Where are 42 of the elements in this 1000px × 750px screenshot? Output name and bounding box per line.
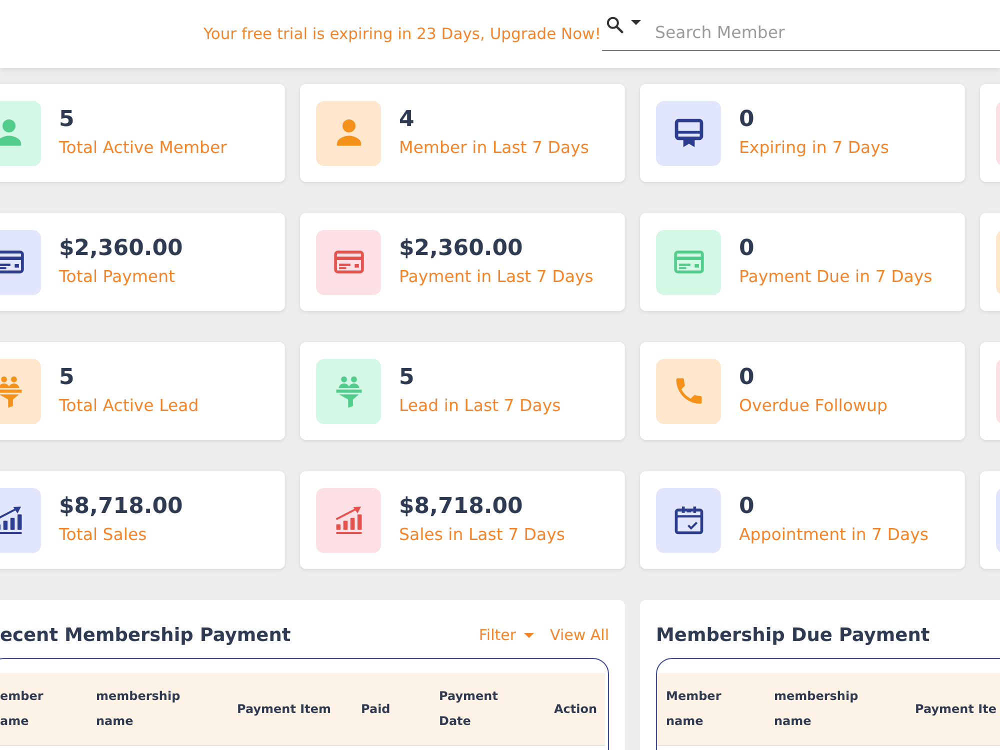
column-header: membership name [774, 688, 860, 730]
stat-value: 4 [399, 106, 416, 134]
stat-value: 0 [739, 106, 756, 134]
stat-label: Sales in Last 7 Days [399, 524, 565, 546]
stat-value: 0 [739, 234, 756, 262]
stat-value: 5 [59, 364, 76, 392]
column-header: ember ame [0, 688, 44, 730]
stat-value: $8,718.00 [59, 492, 183, 520]
column-header: Payment Item [237, 700, 332, 718]
stat-value: 0 [739, 492, 756, 520]
panel-title: Membership Due Payment [656, 624, 930, 646]
stat-label: Payment Due in 7 Days [739, 266, 932, 288]
column-header: Member name [665, 688, 722, 730]
stat-label: Appointment in 7 Days [739, 524, 928, 546]
column-header: Action [554, 700, 598, 718]
column-header: Paid [361, 700, 392, 718]
caret-icon [631, 20, 641, 24]
stat-value: 5 [399, 364, 416, 392]
stat-label: Total Active Member [59, 136, 227, 158]
column-header: Payment Date [439, 688, 499, 730]
stat-label: Total Payment [59, 266, 176, 288]
stat-value: 5 [59, 106, 76, 134]
caret-icon [524, 632, 534, 638]
stat-label: Expiring in 7 Days [739, 136, 889, 158]
stat-label: Member in Last 7 Days [399, 136, 589, 158]
stat-label: Payment in Last 7 Days [399, 266, 594, 288]
stat-label: Total Sales [59, 524, 148, 546]
stat-value: $2,360.00 [399, 234, 524, 262]
stat-label: Lead in Last 7 Days [399, 394, 561, 416]
column-header: Payment Ite [915, 700, 998, 718]
trial-notice: Your free trial is expiring in 23 Days, Upgrade Now! [203, 24, 601, 44]
stat-value: $8,718.00 [399, 492, 524, 520]
filter-dropdown[interactable]: Filter [478, 626, 534, 644]
search-input[interactable]: Search Member [655, 20, 1000, 44]
stat-value: 0 [739, 364, 756, 392]
search-icon [605, 15, 625, 35]
view-all-link[interactable]: View All [550, 626, 609, 644]
panel-title: ecent Membership Payment [0, 624, 291, 646]
stat-value: $2,360.00 [59, 234, 183, 262]
stat-label: Overdue Followup [739, 394, 888, 416]
stat-label: Total Active Lead [59, 394, 199, 416]
column-header: membership name [96, 688, 182, 730]
